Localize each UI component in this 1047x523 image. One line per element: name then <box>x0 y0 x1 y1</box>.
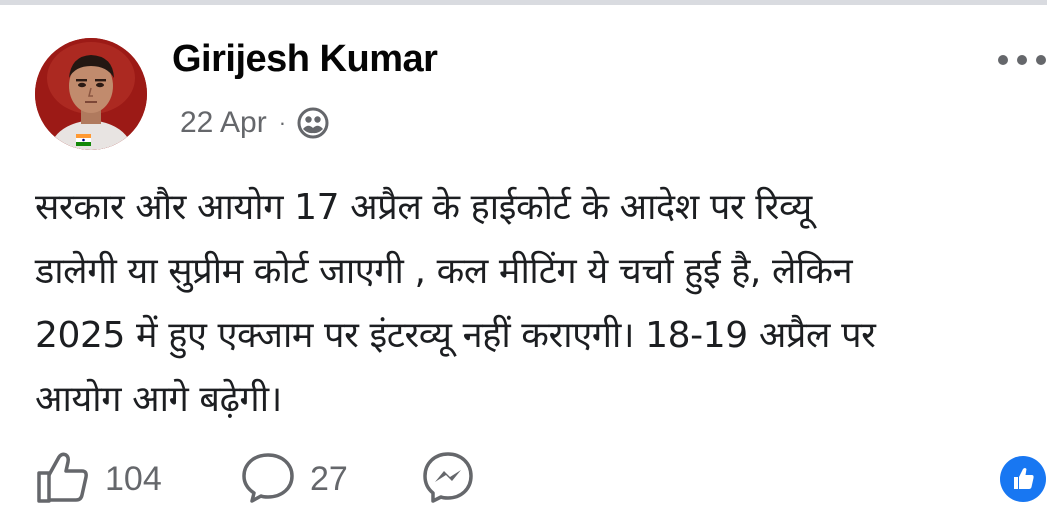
author-name[interactable]: Girijesh Kumar <box>172 38 438 81</box>
meta-separator: · <box>278 110 287 135</box>
post-date[interactable]: 22 Apr <box>180 106 267 140</box>
action-bar: 104 27 <box>35 450 1047 508</box>
avatar-photo <box>35 38 147 150</box>
comment-count: 27 <box>310 459 348 498</box>
post-body-line: सरकार और आयोग 17 अप्रैल के हाईकोर्ट के आ… <box>35 187 812 228</box>
messenger-share-button[interactable] <box>420 450 476 508</box>
more-dot <box>998 55 1008 65</box>
avatar[interactable] <box>35 38 147 150</box>
post-body-line: 2025 में हुए एक्जाम पर इंटरव्यू नहीं करा… <box>35 315 876 356</box>
post-body-line: डालेगी या सुप्रीम कोर्ट जाएगी , कल मीटिं… <box>35 251 853 292</box>
post-body: सरकार और आयोग 17 अप्रैल के हाईकोर्ट के आ… <box>35 176 1040 432</box>
thumbs-up-icon <box>35 449 91 509</box>
friends-icon[interactable] <box>296 106 330 140</box>
post-meta: 22 Apr · <box>180 102 330 144</box>
more-dot <box>1017 55 1027 65</box>
comment-bubble-icon <box>240 449 296 509</box>
like-reaction-icon <box>1000 456 1046 502</box>
more-dot <box>1036 55 1046 65</box>
comment-button[interactable]: 27 <box>240 450 348 508</box>
feed-post: Girijesh Kumar 22 Apr · सरकार और आयोग 17… <box>0 0 1047 523</box>
like-button[interactable]: 104 <box>35 450 162 508</box>
post-body-line: आयोग आगे बढ़ेगी। <box>35 379 282 420</box>
like-count: 104 <box>105 459 162 498</box>
messenger-icon <box>420 449 476 509</box>
more-options-button[interactable] <box>998 48 1046 72</box>
